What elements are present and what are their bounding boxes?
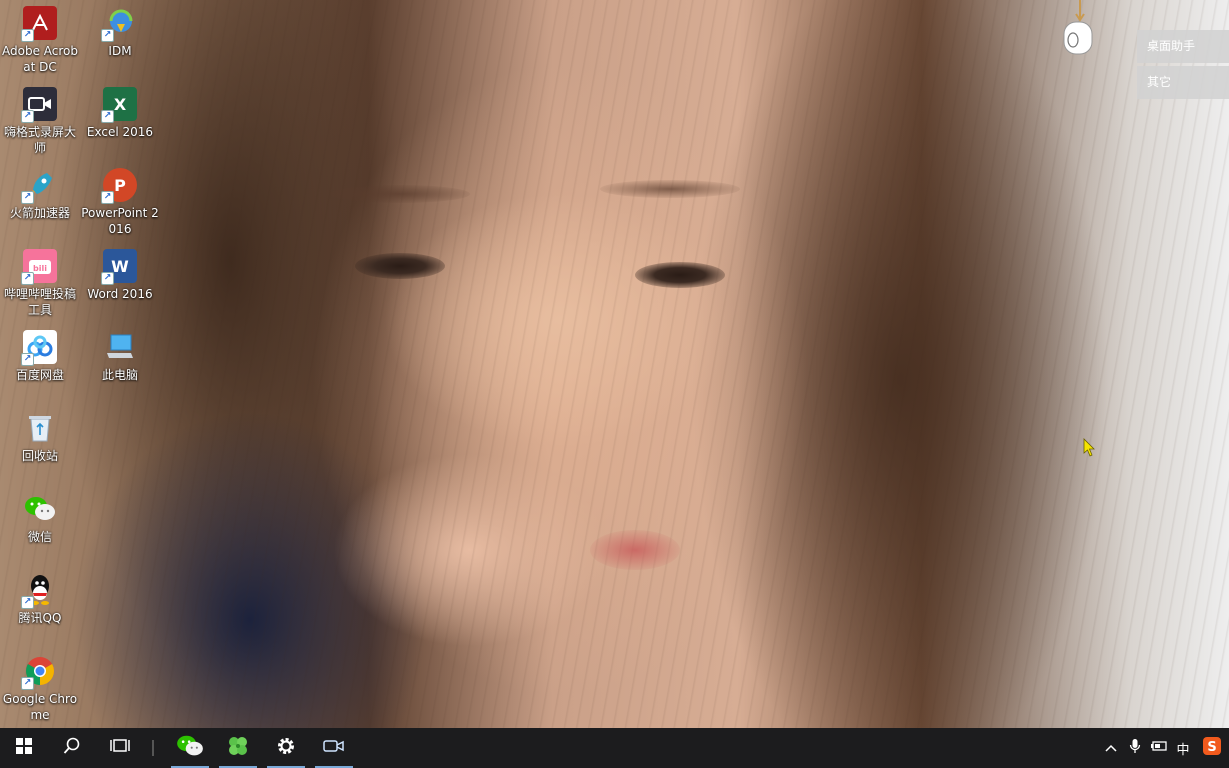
icon-label: 腾讯QQ <box>18 611 62 625</box>
desktop-wallpaper: ↗ Adobe Acrobat DC ↗ 嗨格式录屏大师 ↗ 火箭加速器 bil… <box>0 0 1229 728</box>
shortcut-arrow-icon: ↗ <box>21 29 34 42</box>
svg-text:bili: bili <box>33 264 47 273</box>
word-icon: W ↗ <box>101 249 137 285</box>
show-hidden-icons-button[interactable] <box>1099 728 1123 768</box>
shortcut-arrow-icon: ↗ <box>21 596 34 609</box>
desktop-assistant-button[interactable]: 桌面助手 <box>1137 30 1229 63</box>
chrome-icon: ↗ <box>21 654 57 690</box>
desktop-icon-screen-recorder[interactable]: ↗ 嗨格式录屏大师 <box>0 87 80 156</box>
desktop-icon-chrome[interactable]: ↗ Google Chrome <box>0 654 80 723</box>
taskbar-separator <box>152 740 154 756</box>
icon-label: 微信 <box>27 530 52 544</box>
taskbar-video-app[interactable] <box>310 728 358 768</box>
shortcut-arrow-icon: ↗ <box>101 272 114 285</box>
wallpaper-brow-left <box>330 185 470 203</box>
desktop-icon-baidu-netdisk[interactable]: ↗ 百度网盘 <box>0 330 80 383</box>
icon-label: 哔哩哔哩投稿工具 <box>3 287 76 317</box>
desktop-icon-idm[interactable]: ↗ IDM <box>80 6 160 59</box>
wallpaper-eye-left <box>355 253 445 279</box>
shortcut-arrow-icon: ↗ <box>21 191 34 204</box>
icon-label: 嗨格式录屏大师 <box>3 125 76 155</box>
icon-label: Google Chrome <box>2 692 78 722</box>
other-button[interactable]: 其它 <box>1137 66 1229 99</box>
screen-recorder-icon: ↗ <box>21 87 57 123</box>
input-method-indicator[interactable]: 中 <box>1171 728 1195 768</box>
shortcut-arrow-icon: ↗ <box>21 272 34 285</box>
shortcut-arrow-icon: ↗ <box>101 191 114 204</box>
desktop-icon-this-pc[interactable]: 此电脑 <box>80 330 160 383</box>
sogou-ime-button[interactable]: S <box>1195 728 1229 768</box>
icon-label: 此电脑 <box>101 368 138 382</box>
recycle-bin-icon <box>23 411 57 445</box>
desktop-icon-recycle-bin[interactable]: 回收站 <box>0 411 80 464</box>
excel-icon: X ↗ <box>101 87 137 123</box>
shortcut-arrow-icon: ↗ <box>21 677 34 690</box>
icon-label: 火箭加速器 <box>9 206 70 220</box>
battery-button[interactable] <box>1147 728 1171 768</box>
shortcut-arrow-icon: ↗ <box>21 353 34 366</box>
rocket-accelerator-icon: ↗ <box>21 168 57 204</box>
idm-icon: ↗ <box>101 6 137 42</box>
baidu-netdisk-icon: ↗ <box>21 330 57 366</box>
taskbar-wechat[interactable] <box>166 728 214 768</box>
this-pc-icon <box>103 330 137 364</box>
icon-label: 百度网盘 <box>15 368 64 382</box>
wallpaper-brow-right <box>600 180 740 198</box>
battery-icon <box>1150 740 1168 756</box>
microphone-button[interactable] <box>1123 728 1147 768</box>
shortcut-arrow-icon: ↗ <box>21 110 34 123</box>
desktop-icon-excel[interactable]: X ↗ Excel 2016 <box>80 87 160 140</box>
wallpaper-lips <box>590 530 680 570</box>
system-tray: 中 S <box>1099 728 1229 768</box>
icon-label: Excel 2016 <box>86 125 154 139</box>
svg-text:S: S <box>1207 740 1216 755</box>
bilibili-upload-icon: bili ↗ <box>21 249 57 285</box>
microphone-icon <box>1129 738 1141 758</box>
icon-label: Adobe Acrobat DC <box>2 44 78 74</box>
desktop-icon-powerpoint[interactable]: P ↗ PowerPoint 2016 <box>80 168 160 237</box>
wechat-icon <box>176 734 204 762</box>
shortcut-arrow-icon: ↗ <box>101 110 114 123</box>
shortcut-arrow-icon: ↗ <box>101 29 114 42</box>
qq-icon: ↗ <box>21 573 57 609</box>
desktop-widget-hook-icon[interactable] <box>1060 0 1096 58</box>
start-button[interactable] <box>0 728 48 768</box>
icon-label: IDM <box>108 44 132 58</box>
wechat-icon <box>23 492 57 526</box>
wallpaper-texture <box>0 0 1229 728</box>
sogou-ime-icon: S <box>1203 737 1221 759</box>
desktop-icon-rocket-accelerator[interactable]: ↗ 火箭加速器 <box>0 168 80 221</box>
chevron-up-icon <box>1105 741 1117 756</box>
clover-icon <box>226 734 250 762</box>
task-view-icon <box>110 738 130 758</box>
icon-label: 回收站 <box>21 449 58 463</box>
wallpaper-eye-right <box>635 262 725 288</box>
desktop-icon-bilibili-upload[interactable]: bili ↗ 哔哩哔哩投稿工具 <box>0 249 80 318</box>
task-view-button[interactable] <box>96 728 144 768</box>
desktop-icon-wechat[interactable]: 微信 <box>0 492 80 545</box>
windows-start-icon <box>16 738 32 758</box>
desktop-icon-word[interactable]: W ↗ Word 2016 <box>80 249 160 302</box>
taskbar-clover-app[interactable] <box>214 728 262 768</box>
settings-gear-icon <box>276 736 296 760</box>
acrobat-icon: ↗ <box>21 6 57 42</box>
powerpoint-icon: P ↗ <box>101 168 137 204</box>
search-icon <box>63 737 81 759</box>
icon-label: PowerPoint 2016 <box>81 206 159 236</box>
desktop-icon-acrobat[interactable]: ↗ Adobe Acrobat DC <box>0 6 80 75</box>
mouse-cursor-icon <box>1083 438 1097 458</box>
search-button[interactable] <box>48 728 96 768</box>
desktop-icon-qq[interactable]: ↗ 腾讯QQ <box>0 573 80 626</box>
taskbar: 中 S <box>0 728 1229 768</box>
taskbar-settings[interactable] <box>262 728 310 768</box>
icon-label: Word 2016 <box>87 287 153 301</box>
video-camera-icon <box>323 738 345 758</box>
